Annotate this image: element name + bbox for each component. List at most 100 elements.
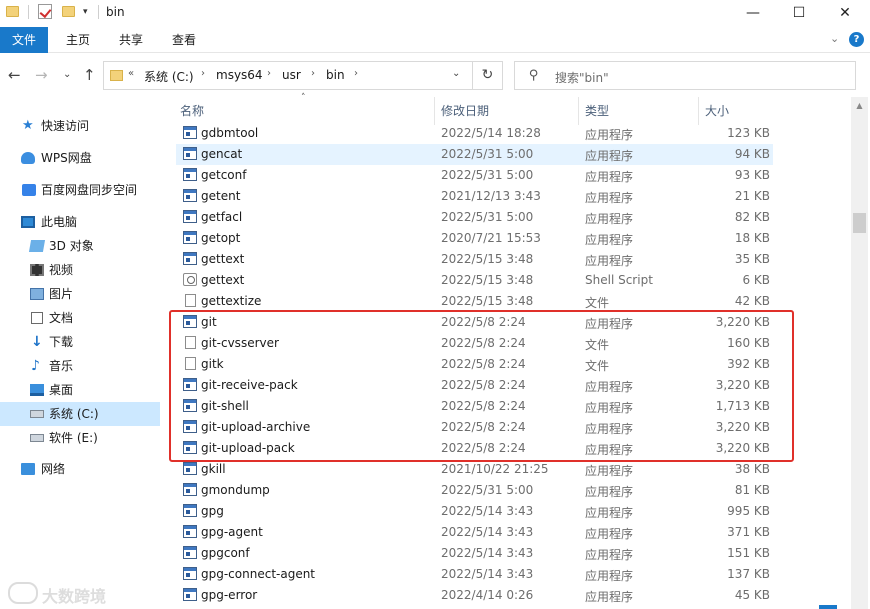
quick-access-dropdown-icon[interactable]: ▾ <box>83 7 88 17</box>
file-row[interactable]: gettext 2022/5/15 3:48 Shell Script 6 KB <box>176 270 773 291</box>
sidebar-item-3d-objects[interactable]: 3D 对象 <box>0 234 160 258</box>
file-size: 1,713 KB <box>715 399 770 413</box>
sidebar-item-quick-access[interactable]: ★ 快速访问 <box>0 114 160 138</box>
tab-file[interactable]: 文件 <box>0 27 48 53</box>
file-name: gencat <box>201 147 243 161</box>
sidebar-item-drive-c[interactable]: 系统 (C:) <box>0 402 160 426</box>
column-header-name[interactable]: 名称 <box>180 97 204 125</box>
sidebar-item-documents[interactable]: 文档 <box>0 306 160 330</box>
sidebar-item-music[interactable]: ♪ 音乐 <box>0 354 160 378</box>
file-name: gettext <box>201 273 245 287</box>
search-box[interactable]: ⚲ 搜索"bin" <box>514 61 856 90</box>
file-row[interactable]: gettext 2022/5/15 3:48 应用程序 35 KB <box>176 249 773 270</box>
back-button[interactable]: ← <box>8 66 21 84</box>
file-row[interactable]: getent 2021/12/13 3:43 应用程序 21 KB <box>176 186 773 207</box>
breadcrumb-usr[interactable]: usr <box>282 68 301 82</box>
file-row[interactable]: git-receive-pack 2022/5/8 2:24 应用程序 3,220 K… <box>176 375 773 396</box>
scroll-thumb[interactable] <box>853 213 866 233</box>
breadcrumb-overflow[interactable]: « <box>128 68 134 79</box>
file-size: 3,220 KB <box>715 420 770 434</box>
minimize-button[interactable]: — <box>730 0 776 27</box>
help-icon[interactable]: ? <box>849 32 864 47</box>
file-row[interactable]: gpg-agent 2022/5/14 3:43 应用程序 371 KB <box>176 522 773 543</box>
sidebar-item-network[interactable]: 网络 <box>0 457 160 481</box>
file-row[interactable]: getfacl 2022/5/31 5:00 应用程序 82 KB <box>176 207 773 228</box>
file-icon <box>185 336 196 349</box>
new-folder-icon[interactable] <box>62 6 75 17</box>
file-row[interactable]: git-upload-archive 2022/5/8 2:24 应用程序 3,220… <box>176 417 773 438</box>
column-header-type[interactable]: 类型 <box>585 97 609 125</box>
breadcrumb-msys64[interactable]: msys64 <box>216 68 263 82</box>
tab-view[interactable]: 查看 <box>172 27 196 53</box>
expand-ribbon-icon[interactable]: ⌄ <box>830 32 839 45</box>
file-row[interactable]: gitk 2022/5/8 2:24 文件 392 KB <box>176 354 773 375</box>
column-header-size[interactable]: 大小 <box>705 97 729 125</box>
file-row[interactable]: getconf 2022/5/31 5:00 应用程序 93 KB <box>176 165 773 186</box>
file-size: 6 KB <box>742 273 770 287</box>
file-date: 2022/5/15 3:48 <box>441 252 534 266</box>
address-bar[interactable]: « 系统 (C:) › msys64 › usr › bin › ⌄ ↻ <box>103 61 503 90</box>
sidebar-item-videos[interactable]: 视频 <box>0 258 160 282</box>
file-row[interactable]: gettextize 2022/5/15 3:48 文件 42 KB <box>176 291 773 312</box>
sidebar-item-this-pc[interactable]: 此电脑 <box>0 210 160 234</box>
file-row[interactable]: gpg-connect-agent 2022/5/14 3:43 应用程序 137 K… <box>176 564 773 585</box>
column-divider[interactable] <box>434 97 435 125</box>
file-row[interactable]: getopt 2020/7/21 15:53 应用程序 18 KB <box>176 228 773 249</box>
file-row[interactable]: gpg-error 2022/4/14 0:26 应用程序 45 KB <box>176 585 773 606</box>
file-row[interactable]: gdbmtool 2022/5/14 18:28 应用程序 123 KB <box>176 123 773 144</box>
file-row[interactable]: gmondump 2022/5/31 5:00 应用程序 81 KB <box>176 480 773 501</box>
search-input[interactable]: 搜索"bin" <box>555 69 609 86</box>
file-row[interactable]: gencat 2022/5/31 5:00 应用程序 94 KB <box>176 144 773 165</box>
drive-icon <box>30 410 44 418</box>
breadcrumb-bin[interactable]: bin <box>326 68 345 82</box>
sidebar-item-baidu[interactable]: 百度网盘同步空间 <box>0 178 160 202</box>
file-name: git-cvsserver <box>201 336 279 350</box>
sidebar-item-label: 音乐 <box>49 359 74 373</box>
refresh-button[interactable]: ↻ <box>472 62 502 89</box>
file-name: gdbmtool <box>201 126 259 140</box>
sidebar-item-desktop[interactable]: 桌面 <box>0 378 160 402</box>
folder-icon[interactable] <box>6 6 19 17</box>
vertical-scrollbar[interactable]: ▲ <box>851 97 868 609</box>
drive-icon <box>30 434 44 442</box>
properties-icon[interactable] <box>38 4 52 19</box>
navigation-pane: ★ 快速访问 WPS网盘 百度网盘同步空间 此电脑 3D 对象 视频 图片 文档… <box>0 97 160 609</box>
file-row[interactable]: gkill 2021/10/22 21:25 应用程序 38 KB <box>176 459 773 480</box>
sidebar-item-pictures[interactable]: 图片 <box>0 282 160 306</box>
application-icon <box>183 399 197 412</box>
close-button[interactable]: ✕ <box>822 0 868 27</box>
tab-home[interactable]: 主页 <box>66 27 90 53</box>
file-name: gettext <box>201 252 245 266</box>
file-row[interactable]: git-upload-pack 2022/5/8 2:24 应用程序 3,220 KB <box>176 438 773 459</box>
file-row[interactable]: git 2022/5/8 2:24 应用程序 3,220 KB <box>176 312 773 333</box>
address-dropdown-icon[interactable]: ⌄ <box>452 68 460 79</box>
breadcrumb-separator[interactable]: › <box>267 68 271 79</box>
file-type: 应用程序 <box>585 149 634 163</box>
column-divider[interactable] <box>698 97 699 125</box>
column-divider[interactable] <box>578 97 579 125</box>
column-header-date[interactable]: 修改日期 <box>441 97 489 125</box>
file-row[interactable]: git-cvsserver 2022/5/8 2:24 文件 160 KB <box>176 333 773 354</box>
file-row[interactable]: git-shell 2022/5/8 2:24 应用程序 1,713 KB <box>176 396 773 417</box>
file-name: getent <box>201 189 241 203</box>
breadcrumb-separator[interactable]: › <box>354 68 358 79</box>
up-button[interactable]: ↑ <box>83 66 96 84</box>
tab-share[interactable]: 共享 <box>119 27 143 53</box>
recent-locations-button[interactable]: ⌄ <box>63 69 71 80</box>
sidebar-item-wps[interactable]: WPS网盘 <box>0 146 160 170</box>
forward-button[interactable]: → <box>35 66 48 84</box>
file-name: getfacl <box>201 210 243 224</box>
file-explorer-window: ▾ bin — ☐ ✕ 文件 主页 共享 查看 ⌄ ? ← → ⌄ ↑ « 系统… <box>0 0 870 609</box>
maximize-button[interactable]: ☐ <box>776 0 822 27</box>
file-size: 160 KB <box>727 336 770 350</box>
sidebar-item-drive-e[interactable]: 软件 (E:) <box>0 426 160 450</box>
file-row[interactable]: gpg 2022/5/14 3:43 应用程序 995 KB <box>176 501 773 522</box>
file-row[interactable]: gpgconf 2022/5/14 3:43 应用程序 151 KB <box>176 543 773 564</box>
breadcrumb-separator[interactable]: › <box>201 68 205 79</box>
scroll-up-button[interactable]: ▲ <box>851 97 868 114</box>
cloud-icon <box>21 152 35 164</box>
sidebar-item-downloads[interactable]: ↓ 下载 <box>0 330 160 354</box>
application-icon <box>183 252 197 265</box>
breadcrumb-drive-c[interactable]: 系统 (C:) <box>144 68 194 85</box>
breadcrumb-separator[interactable]: › <box>311 68 315 79</box>
